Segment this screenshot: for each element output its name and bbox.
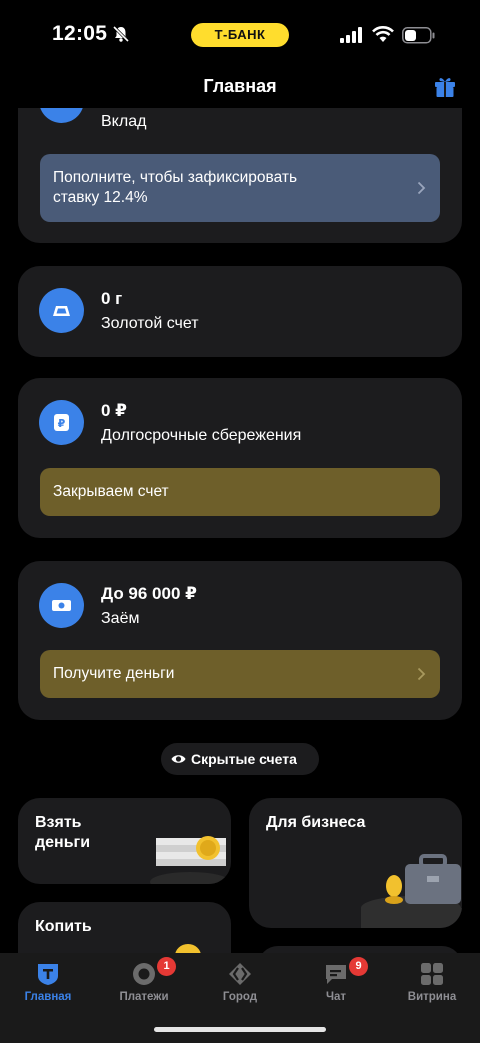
city-diamond-icon	[229, 963, 251, 985]
chevron-right-icon	[417, 667, 426, 681]
account-amount: 0 ₽	[101, 401, 128, 420]
account-amount: 0 г	[101, 289, 123, 308]
save-tile[interactable]: Копить	[18, 902, 231, 953]
deposit-card[interactable]: Вклад Пополните, чтобы зафиксировать ста…	[18, 108, 462, 243]
gold-account-card[interactable]: 0 г Золотой счет	[18, 266, 462, 357]
savings-banner[interactable]: Закрываем счет	[40, 468, 440, 516]
tab-city[interactable]: Город	[192, 953, 288, 1013]
home-indicator[interactable]	[154, 1027, 326, 1032]
tab-showcase[interactable]: Витрина	[384, 953, 480, 1013]
banner-text-line1: Получите деньги	[53, 665, 175, 682]
loan-banner[interactable]: Получите деньги	[40, 650, 440, 698]
tile-title-line1: Копить	[35, 918, 92, 935]
chat-bubble-icon	[326, 965, 346, 984]
main-content[interactable]: Вклад Пополните, чтобы зафиксировать ста…	[0, 108, 480, 953]
tab-home[interactable]: Главная	[0, 953, 96, 1013]
page-title: Главная	[203, 76, 277, 96]
banner-text-line2: ставку 12.4%	[53, 189, 148, 206]
savings-account-card[interactable]: ₽ 0 ₽ Долгосрочные сбережения Закрываем …	[18, 378, 462, 538]
tile-title-line1: Для бизнеса	[266, 814, 366, 831]
chevron-right-icon	[417, 181, 426, 195]
notification-badge: 9	[349, 957, 368, 976]
account-name: Золотой счет	[101, 315, 199, 332]
notification-badge: 1	[157, 957, 176, 976]
status-bar: 12:05 Т‑БАНК	[0, 0, 480, 70]
borrow-money-tile[interactable]: Взять деньги	[18, 798, 231, 884]
banner-text-line1: Закрываем счет	[53, 483, 169, 500]
status-time: 12:05	[52, 22, 108, 45]
tab-label: Главная	[24, 991, 72, 1003]
tile-title-line2: деньги	[35, 834, 91, 851]
cash-icon	[39, 583, 84, 628]
account-name: Вклад	[101, 113, 147, 130]
cellular-signal-icon	[340, 27, 362, 43]
gold-bar-icon	[39, 288, 84, 333]
tab-label: Витрина	[407, 991, 457, 1003]
account-amount: До 96 000 ₽	[101, 584, 197, 603]
eye-icon	[171, 755, 186, 763]
tab-label: Платежи	[119, 991, 169, 1003]
ruble-doc-icon: ₽	[39, 400, 84, 445]
tab-chat[interactable]: 9 Чат	[288, 953, 384, 1013]
svg-text:₽: ₽	[58, 417, 66, 430]
cash-stack-icon	[150, 836, 230, 884]
tab-label: Город	[222, 991, 258, 1003]
payments-icon	[133, 963, 155, 985]
account-name: Заём	[101, 610, 140, 627]
banner-text-line1: Пополните, чтобы зафиксировать	[53, 169, 298, 186]
coin-icon	[175, 944, 201, 953]
business-tile[interactable]: Для бизнеса	[249, 798, 462, 928]
gift-icon[interactable]	[433, 74, 457, 98]
deposit-icon	[39, 108, 84, 123]
loan-card[interactable]: До 96 000 ₽ Заём Получите деньги	[18, 561, 462, 720]
next-tile[interactable]	[258, 946, 462, 953]
battery-icon	[402, 27, 435, 44]
tile-title-line1: Взять	[35, 814, 82, 831]
account-name: Долгосрочные сбережения	[101, 427, 302, 444]
briefcase-icon	[361, 854, 462, 928]
wifi-icon	[372, 26, 394, 42]
hidden-accounts-button[interactable]: Скрытые счета	[161, 743, 319, 775]
tab-payments[interactable]: 1 Платежи	[96, 953, 192, 1013]
tab-label: Чат	[325, 991, 347, 1003]
home-shield-icon	[38, 964, 58, 985]
grid-icon	[421, 963, 443, 985]
bell-off-icon	[112, 25, 130, 43]
carrier-pill[interactable]: Т‑БАНК	[191, 23, 289, 47]
hidden-accounts-label: Скрытые счета	[191, 751, 297, 767]
deposit-banner[interactable]: Пополните, чтобы зафиксировать ставку 12…	[40, 154, 440, 222]
